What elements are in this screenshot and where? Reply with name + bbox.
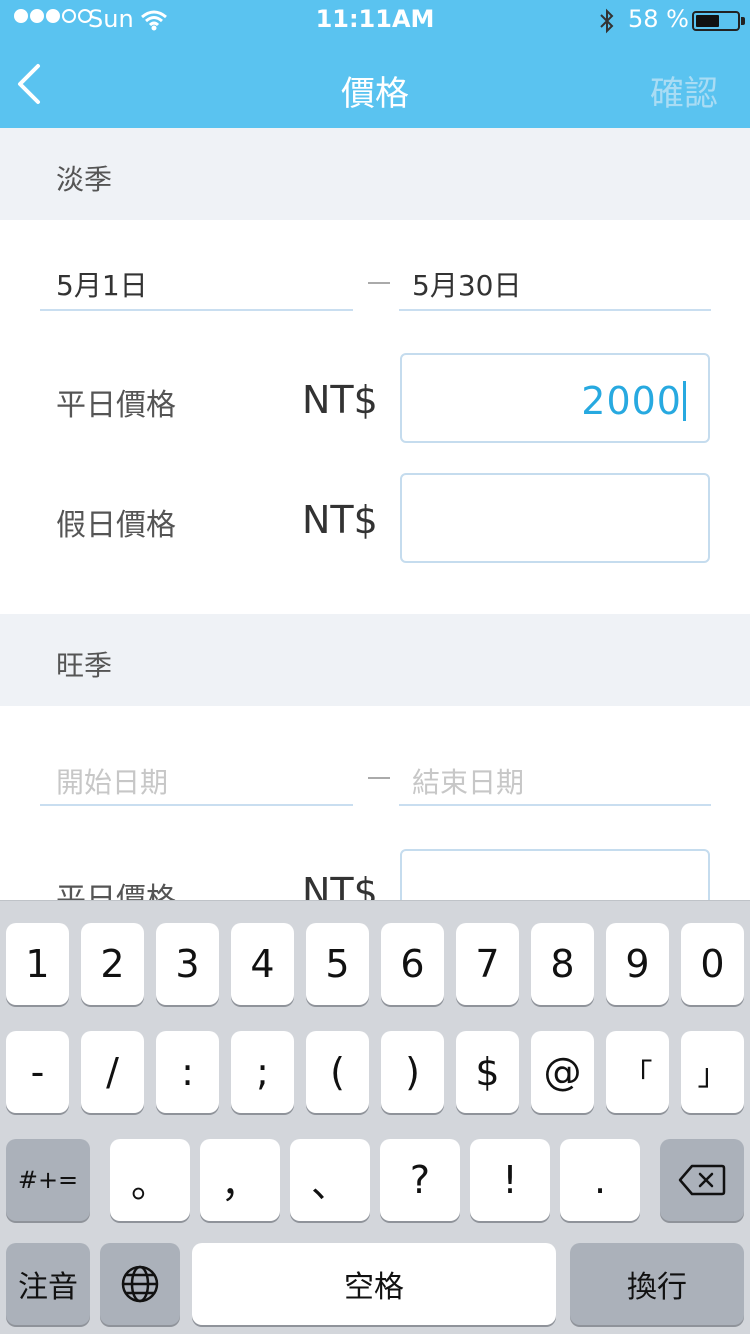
off-season-weekday-label: 平日價格 bbox=[56, 388, 176, 423]
off-season-end-date[interactable]: 5月30日 bbox=[412, 264, 521, 302]
off-season-holiday-price-input[interactable] bbox=[400, 473, 710, 563]
key[interactable]: 1 bbox=[6, 923, 69, 1005]
header-bar: Sun 11:11AM 58 % 價格 確認 bbox=[0, 0, 750, 128]
peak-date-range-dash bbox=[368, 777, 390, 779]
peak-start-underline bbox=[40, 804, 353, 806]
key[interactable]: 6 bbox=[381, 923, 444, 1005]
bluetooth-icon bbox=[600, 8, 614, 34]
key[interactable]: ? bbox=[380, 1139, 460, 1221]
key[interactable]: 「 bbox=[606, 1031, 669, 1113]
off-season-holiday-label: 假日價格 bbox=[56, 508, 176, 543]
key[interactable]: ; bbox=[231, 1031, 294, 1113]
battery-percentage: 58 % bbox=[628, 5, 689, 33]
battery-nub bbox=[741, 17, 745, 25]
key[interactable]: ) bbox=[381, 1031, 444, 1113]
date-range-dash bbox=[368, 282, 390, 284]
delete-key[interactable] bbox=[660, 1139, 744, 1221]
key[interactable]: 8 bbox=[531, 923, 594, 1005]
key[interactable]: 、 bbox=[290, 1139, 370, 1221]
end-date-underline bbox=[399, 309, 711, 311]
weekday-price-value: 2000 bbox=[581, 379, 682, 423]
peak-season-start-date[interactable]: 開始日期 bbox=[56, 761, 168, 799]
key[interactable]: / bbox=[81, 1031, 144, 1113]
confirm-button[interactable]: 確認 bbox=[650, 66, 718, 115]
text-cursor bbox=[683, 381, 686, 421]
input-mode-key[interactable]: 注音 bbox=[6, 1243, 90, 1325]
battery-icon bbox=[692, 11, 740, 31]
globe-key[interactable] bbox=[100, 1243, 180, 1325]
key[interactable]: ( bbox=[306, 1031, 369, 1113]
peak-season-title: 旺季 bbox=[56, 649, 113, 682]
key[interactable]: : bbox=[156, 1031, 219, 1113]
off-season-start-date[interactable]: 5月1日 bbox=[56, 264, 148, 302]
key[interactable]: - bbox=[6, 1031, 69, 1113]
return-key[interactable]: 換行 bbox=[570, 1243, 744, 1325]
peak-season-end-date[interactable]: 結束日期 bbox=[412, 761, 524, 799]
key[interactable]: 2 bbox=[81, 923, 144, 1005]
key[interactable]: @ bbox=[531, 1031, 594, 1113]
key[interactable]: 0 bbox=[681, 923, 744, 1005]
page-title: 價格 bbox=[341, 74, 409, 114]
key[interactable]: 4 bbox=[231, 923, 294, 1005]
key[interactable]: . bbox=[560, 1139, 640, 1221]
off-season-header: 淡季 bbox=[0, 128, 750, 220]
peak-season-header: 旺季 bbox=[0, 614, 750, 706]
space-key[interactable]: 空格 bbox=[192, 1243, 556, 1325]
key[interactable]: 。 bbox=[110, 1139, 190, 1221]
off-season-weekday-currency: NT$ bbox=[302, 378, 378, 422]
backspace-icon bbox=[678, 1164, 726, 1196]
key[interactable]: 5 bbox=[306, 923, 369, 1005]
off-season-title: 淡季 bbox=[56, 163, 113, 196]
key[interactable]: ， bbox=[200, 1139, 280, 1221]
key[interactable]: ! bbox=[470, 1139, 550, 1221]
key[interactable]: 9 bbox=[606, 923, 669, 1005]
globe-icon bbox=[121, 1265, 159, 1303]
key[interactable]: 」 bbox=[681, 1031, 744, 1113]
off-season-weekday-price-input[interactable]: 2000 bbox=[400, 353, 710, 443]
key[interactable]: $ bbox=[456, 1031, 519, 1113]
status-bar: Sun 11:11AM 58 % bbox=[0, 0, 750, 40]
key[interactable]: 7 bbox=[456, 923, 519, 1005]
peak-end-underline bbox=[399, 804, 711, 806]
start-date-underline bbox=[40, 309, 353, 311]
symbols-toggle-key[interactable]: #+= bbox=[6, 1139, 90, 1221]
off-season-holiday-currency: NT$ bbox=[302, 498, 378, 542]
keyboard: 1 2 3 4 5 6 7 8 9 0 - / : ; ( ) $ @ 「 」 … bbox=[0, 900, 750, 1334]
key[interactable]: 3 bbox=[156, 923, 219, 1005]
